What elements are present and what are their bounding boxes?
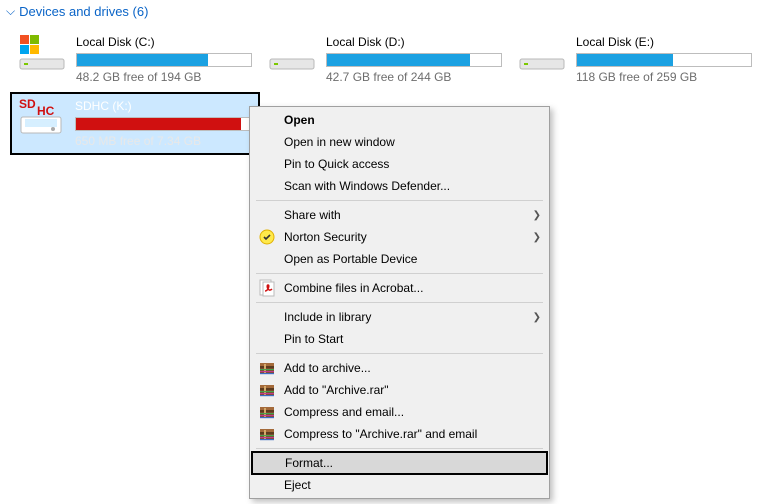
menu-item-label: Add to archive... bbox=[284, 361, 541, 375]
drive-free-text: 42.7 GB free of 244 GB bbox=[326, 70, 502, 84]
chevron-right-icon: ❯ bbox=[533, 210, 541, 221]
drive-info: Local Disk (C:) 48.2 GB free of 194 GB bbox=[76, 33, 252, 84]
norton-icon bbox=[258, 228, 276, 246]
svg-text:HC: HC bbox=[37, 104, 55, 118]
winrar-icon bbox=[258, 359, 276, 377]
menu-item[interactable]: Add to "Archive.rar" bbox=[252, 379, 547, 401]
capacity-fill bbox=[76, 118, 241, 130]
menu-separator bbox=[256, 200, 543, 201]
menu-item-label: Compress to "Archive.rar" and email bbox=[284, 427, 541, 441]
capacity-bar bbox=[576, 53, 752, 67]
acrobat-icon bbox=[258, 279, 276, 297]
menu-item-label: Eject bbox=[284, 478, 541, 492]
drive-free-text: 650 MB free of 7.34 GB bbox=[75, 134, 253, 148]
capacity-bar bbox=[326, 53, 502, 67]
capacity-fill bbox=[77, 54, 208, 66]
menu-separator bbox=[256, 448, 543, 449]
menu-item[interactable]: Pin to Quick access bbox=[252, 153, 547, 175]
menu-item[interactable]: Share with ❯ bbox=[252, 204, 547, 226]
drive-free-text: 118 GB free of 259 GB bbox=[576, 70, 752, 84]
menu-item-label: Scan with Windows Defender... bbox=[284, 179, 541, 193]
hdd-windows-icon bbox=[18, 33, 66, 73]
devices-and-drives-header[interactable]: ⌵ Devices and drives (6) bbox=[0, 0, 782, 27]
menu-item-label: Open bbox=[284, 113, 541, 127]
drive-label: SDHC (K:) bbox=[75, 99, 253, 113]
drive-info: Local Disk (D:) 42.7 GB free of 244 GB bbox=[326, 33, 502, 84]
menu-item[interactable]: Pin to Start bbox=[252, 328, 547, 350]
menu-item[interactable]: Compress to "Archive.rar" and email bbox=[252, 423, 547, 445]
winrar-icon bbox=[258, 403, 276, 421]
menu-separator bbox=[256, 273, 543, 274]
chevron-right-icon: ❯ bbox=[533, 312, 541, 323]
menu-item[interactable]: Scan with Windows Defender... bbox=[252, 175, 547, 197]
section-title: Devices and drives (6) bbox=[19, 4, 148, 19]
menu-item[interactable]: Open bbox=[252, 109, 547, 131]
drive-info: SDHC (K:) 650 MB free of 7.34 GB bbox=[75, 97, 253, 148]
capacity-fill bbox=[577, 54, 673, 66]
hdd-icon bbox=[268, 33, 316, 73]
drive-tile[interactable]: Local Disk (C:) 48.2 GB free of 194 GB bbox=[10, 27, 260, 92]
drive-free-text: 48.2 GB free of 194 GB bbox=[76, 70, 252, 84]
drive-context-menu: Open Open in new window Pin to Quick acces… bbox=[249, 106, 550, 499]
menu-separator bbox=[256, 302, 543, 303]
winrar-icon bbox=[258, 381, 276, 399]
menu-item-label: Norton Security bbox=[284, 230, 527, 244]
menu-item-label: Open as Portable Device bbox=[284, 252, 541, 266]
menu-item-label: Format... bbox=[285, 456, 540, 470]
menu-item-label: Pin to Quick access bbox=[284, 157, 541, 171]
menu-item-label: Share with bbox=[284, 208, 527, 222]
chevron-down-icon: ⌵ bbox=[6, 4, 15, 19]
menu-item[interactable]: Open in new window bbox=[252, 131, 547, 153]
menu-separator bbox=[256, 353, 543, 354]
menu-item[interactable]: Eject bbox=[252, 474, 547, 496]
chevron-right-icon: ❯ bbox=[533, 232, 541, 243]
capacity-bar bbox=[76, 53, 252, 67]
menu-item[interactable]: Format... bbox=[251, 451, 548, 475]
drive-label: Local Disk (C:) bbox=[76, 35, 252, 49]
menu-item-label: Open in new window bbox=[284, 135, 541, 149]
svg-text:SD: SD bbox=[19, 97, 36, 111]
drive-tile[interactable]: SD HC SDHC (K:) 650 MB free of 7.34 GB bbox=[10, 92, 260, 155]
menu-item-label: Pin to Start bbox=[284, 332, 541, 346]
capacity-fill bbox=[327, 54, 470, 66]
menu-item[interactable]: Norton Security ❯ bbox=[252, 226, 547, 248]
drive-label: Local Disk (D:) bbox=[326, 35, 502, 49]
capacity-bar bbox=[75, 117, 253, 131]
menu-item[interactable]: Open as Portable Device bbox=[252, 248, 547, 270]
menu-item[interactable]: Combine files in Acrobat... bbox=[252, 277, 547, 299]
menu-item-label: Include in library bbox=[284, 310, 527, 324]
menu-item-label: Compress and email... bbox=[284, 405, 541, 419]
menu-item[interactable]: Include in library ❯ bbox=[252, 306, 547, 328]
sdhc-icon: SD HC bbox=[17, 97, 65, 137]
hdd-icon bbox=[518, 33, 566, 73]
menu-item-label: Add to "Archive.rar" bbox=[284, 383, 541, 397]
menu-item[interactable]: Compress and email... bbox=[252, 401, 547, 423]
drive-label: Local Disk (E:) bbox=[576, 35, 752, 49]
winrar-icon bbox=[258, 425, 276, 443]
menu-item-label: Combine files in Acrobat... bbox=[284, 281, 541, 295]
drive-tile[interactable]: Local Disk (E:) 118 GB free of 259 GB bbox=[510, 27, 760, 92]
menu-item[interactable]: Add to archive... bbox=[252, 357, 547, 379]
drive-tile[interactable]: Local Disk (D:) 42.7 GB free of 244 GB bbox=[260, 27, 510, 92]
drive-info: Local Disk (E:) 118 GB free of 259 GB bbox=[576, 33, 752, 84]
